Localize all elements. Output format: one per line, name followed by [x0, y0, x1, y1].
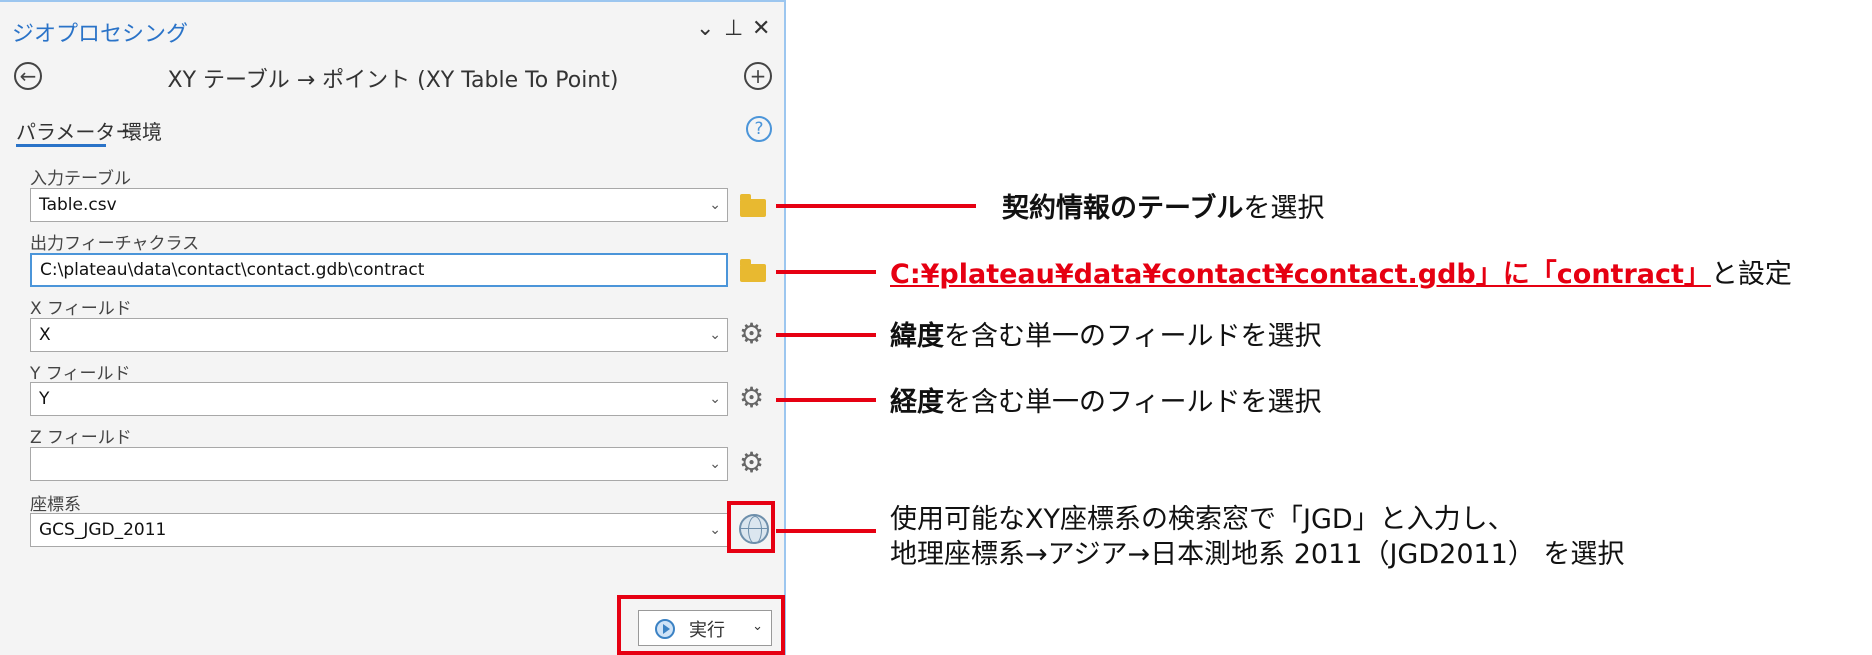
- input-table-field[interactable]: Table.csv ⌄: [30, 188, 728, 222]
- close-icon[interactable]: ✕: [752, 16, 770, 41]
- chevron-down-icon[interactable]: ⌄: [709, 319, 721, 351]
- chevron-down-icon[interactable]: ⌄: [709, 383, 721, 415]
- y-field-select[interactable]: Y ⌄: [30, 382, 728, 416]
- chevron-down-icon[interactable]: ⌄: [709, 448, 721, 480]
- globe-highlight-box: [727, 501, 775, 553]
- gear-icon[interactable]: ⚙: [739, 320, 764, 348]
- annotation-text: を含む単一のフィールドを選択: [944, 387, 1322, 418]
- annotation-path: C:¥plateau¥data¥contact¥contact.gdb」に「co…: [890, 259, 1711, 290]
- annotation-text: を選択: [1243, 193, 1325, 224]
- connector-line: [776, 529, 876, 533]
- add-button[interactable]: +: [744, 62, 772, 90]
- folder-icon[interactable]: [740, 194, 766, 217]
- panel-options-icon[interactable]: ⌄: [696, 16, 714, 41]
- connector-line: [776, 333, 876, 337]
- annotation-output-fc: C:¥plateau¥data¥contact¥contact.gdb」に「co…: [890, 252, 1792, 291]
- output-fc-field[interactable]: C:\plateau\data\contact\contact.gdb\cont…: [30, 253, 728, 287]
- tool-name: XY テーブル → ポイント (XY Table To Point): [167, 68, 619, 93]
- z-field-select[interactable]: ⌄: [30, 447, 728, 481]
- plus-icon: +: [749, 64, 767, 88]
- coord-sys-value: GCS_JGD_2011: [39, 520, 167, 540]
- annotation-x-field: 緯度を含む単一のフィールドを選択: [890, 314, 1321, 353]
- annotation-coord-sys-line1: 使用可能なXY座標系の検索窓で「JGD」と入力し、: [890, 504, 1515, 535]
- chevron-down-icon[interactable]: ⌄: [709, 514, 721, 546]
- tab-environments[interactable]: 環境: [122, 116, 162, 145]
- coord-sys-label: 座標系: [30, 495, 81, 515]
- x-field-label: X フィールド: [30, 299, 132, 319]
- gear-icon[interactable]: ⚙: [739, 384, 764, 412]
- gear-icon[interactable]: ⚙: [739, 449, 764, 477]
- annotation-text: と設定: [1710, 259, 1792, 290]
- x-field-value: X: [39, 325, 51, 345]
- annotation-emphasis: 緯度: [890, 321, 944, 352]
- coord-sys-select[interactable]: GCS_JGD_2011 ⌄: [30, 513, 728, 547]
- y-field-value: Y: [39, 389, 50, 409]
- x-field-select[interactable]: X ⌄: [30, 318, 728, 352]
- run-highlight-box: [617, 595, 785, 655]
- connector-line: [776, 398, 876, 402]
- y-field-label: Y フィールド: [30, 364, 131, 384]
- annotation-emphasis: 契約情報のテーブル: [1002, 193, 1244, 224]
- pin-icon[interactable]: ⊥: [724, 16, 743, 41]
- input-table-label: 入力テーブル: [30, 169, 131, 189]
- annotation-input-table: 契約情報のテーブルを選択: [1002, 186, 1324, 225]
- tab-parameters[interactable]: パラメーター: [16, 116, 135, 145]
- folder-icon[interactable]: [740, 259, 766, 282]
- z-field-label: Z フィールド: [30, 428, 132, 448]
- active-tab-indicator: [16, 144, 106, 147]
- annotation-y-field: 経度を含む単一のフィールドを選択: [890, 380, 1321, 419]
- annotation-coord-sys-line2: 地理座標系→アジア→日本測地系 2011（JGD2011） を選択: [890, 539, 1625, 570]
- chevron-down-icon[interactable]: ⌄: [709, 189, 721, 221]
- output-fc-value: C:\plateau\data\contact\contact.gdb\cont…: [40, 260, 425, 280]
- annotation-text: を含む単一のフィールドを選択: [944, 321, 1322, 352]
- panel-top-border: [0, 0, 786, 8]
- geoprocessing-panel: ジオプロセシング ⌄ ⊥ ✕ ← XY テーブル → ポイント (XY Tabl…: [0, 0, 786, 655]
- output-fc-label: 出力フィーチャクラス: [30, 234, 200, 254]
- input-table-value: Table.csv: [39, 195, 117, 215]
- connector-line: [776, 270, 876, 274]
- connector-line: [776, 204, 976, 208]
- help-icon[interactable]: ?: [746, 116, 772, 142]
- annotation-emphasis: 経度: [890, 387, 944, 418]
- panel-title: ジオプロセシング: [12, 22, 189, 47]
